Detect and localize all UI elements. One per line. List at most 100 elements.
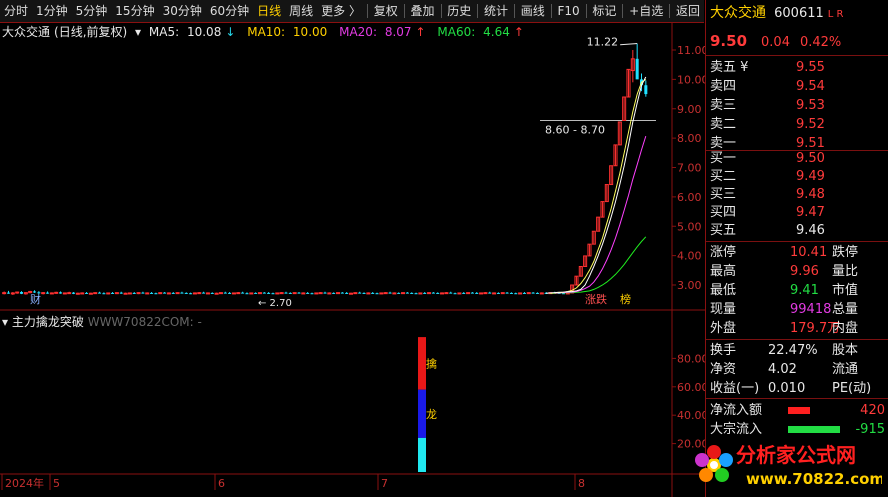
candle-body [323, 292, 327, 294]
candle-body [205, 292, 210, 295]
indicator-name: 主力擒龙突破 [11, 315, 84, 329]
candle-body [19, 292, 24, 294]
candle-body [189, 293, 193, 295]
stat-label-2: 跌停 [832, 245, 859, 260]
candle-body [214, 292, 219, 295]
candle-body [262, 292, 266, 294]
logo-brand: 分析家公式网 [736, 443, 856, 467]
candle-body [340, 292, 344, 294]
candle-body [358, 292, 362, 294]
fund-label-2: 流通 [832, 362, 859, 377]
bid-label: 买二 [710, 169, 737, 184]
ma-settings-icon[interactable]: ▾ [135, 25, 141, 39]
candle-body [410, 292, 414, 294]
candle-body [526, 292, 531, 295]
stat-row-0: 涨停 10.41 跌停 [710, 243, 885, 262]
bid-label: 买三 [710, 187, 737, 202]
y-tick-label: 5.00 [677, 220, 702, 233]
fund-label: 净资 [710, 362, 737, 377]
panel-divider [706, 55, 888, 56]
x-tick-label: 7 [381, 477, 388, 490]
indicator-title: ▾ 主力擒龙突破 WWW70822COM: - [2, 313, 202, 330]
candle-body [127, 292, 132, 295]
ask-label: 卖二 [710, 117, 737, 132]
x-tick-label: 6 [218, 477, 225, 490]
stat-label-2: 总量 [832, 302, 859, 317]
x-tick-label: 5 [53, 477, 60, 490]
bid-label: 买四 [710, 205, 737, 220]
candle-body [154, 293, 158, 295]
candle-body [475, 292, 479, 294]
candle-body [106, 292, 111, 295]
candle-body [218, 292, 223, 295]
candle-body [335, 292, 341, 295]
quote-panel: 大众交通 600611 L R 9.50 0.04 0.42% 卖五 ¥ 9.55 卖四 9.5… [705, 0, 888, 497]
candle-body [401, 292, 406, 295]
candle-body [223, 292, 227, 294]
candle-body [635, 58, 639, 80]
candle-body [418, 292, 423, 295]
candle-body [180, 292, 184, 294]
candle-body [414, 293, 418, 295]
y-tick-label: 3.00 [677, 279, 702, 292]
candle-body [388, 292, 392, 294]
ask-row-3: 卖二 9.52 [710, 115, 885, 134]
candle-body [366, 292, 371, 295]
fund-label: 换手 [710, 343, 737, 358]
candle-body [202, 292, 206, 294]
fund-label-2: 股本 [832, 343, 859, 358]
candle-body [254, 292, 258, 294]
flower-icon [695, 445, 733, 482]
marker-limit: 涨跌 [585, 292, 607, 306]
candle-body [197, 292, 202, 295]
candle-body [436, 292, 440, 294]
candle-body [175, 292, 180, 295]
candle-body [496, 292, 500, 294]
stat-label-2: 量比 [832, 264, 859, 279]
indicator-settings-icon[interactable]: ▾ [2, 315, 8, 329]
candle-body [479, 292, 484, 295]
quote-code: 600611 [774, 6, 824, 21]
candle-body [306, 292, 310, 294]
bid-price: 9.49 [796, 169, 825, 184]
ask-row-0: 卖五 ¥ 9.55 [710, 58, 885, 77]
signal-bar-segment [418, 437, 426, 472]
y-tick-label: 6.00 [677, 191, 702, 204]
candle-body [49, 292, 54, 295]
candle-body [80, 292, 85, 295]
price-change: 0.04 [761, 35, 790, 50]
bid-row-0: 买一 9.50 [710, 149, 885, 168]
fund-value: 4.02 [768, 362, 797, 377]
candle-body [332, 292, 336, 294]
candle-body [123, 292, 128, 295]
candle-body [62, 292, 67, 295]
quote-flags: L R [827, 9, 844, 20]
candle-body [405, 292, 409, 294]
candle-body [518, 292, 523, 295]
candle-body [228, 292, 232, 294]
candle-body [522, 292, 526, 294]
candle-body [2, 292, 7, 295]
candle-body [314, 292, 319, 295]
candle-body [150, 292, 154, 294]
y-tick-label: 8.00 [677, 132, 702, 145]
marker-board: 榜 [620, 292, 631, 306]
price-change-pct: 0.42% [799, 35, 842, 50]
candle-body [284, 292, 288, 294]
candle-body [245, 293, 249, 295]
candle-body [348, 292, 354, 295]
ask-row-1: 卖四 9.54 [710, 77, 885, 96]
candle-body [119, 292, 123, 294]
candle-body [279, 292, 284, 295]
y-tick-label: 9.00 [677, 103, 702, 116]
candle-body [383, 292, 388, 295]
candle-body [457, 292, 462, 295]
signal-label: 龙 [426, 408, 437, 421]
candle-body [236, 292, 241, 295]
annotation-high: 11.22 [587, 36, 619, 49]
stat-label: 最低 [710, 283, 737, 298]
candle-body [462, 292, 466, 294]
annotation-gap: 8.60 - 8.70 [545, 124, 605, 137]
flow-label: 净流入额 [710, 403, 763, 418]
stat-value: 10.41 [790, 245, 828, 260]
